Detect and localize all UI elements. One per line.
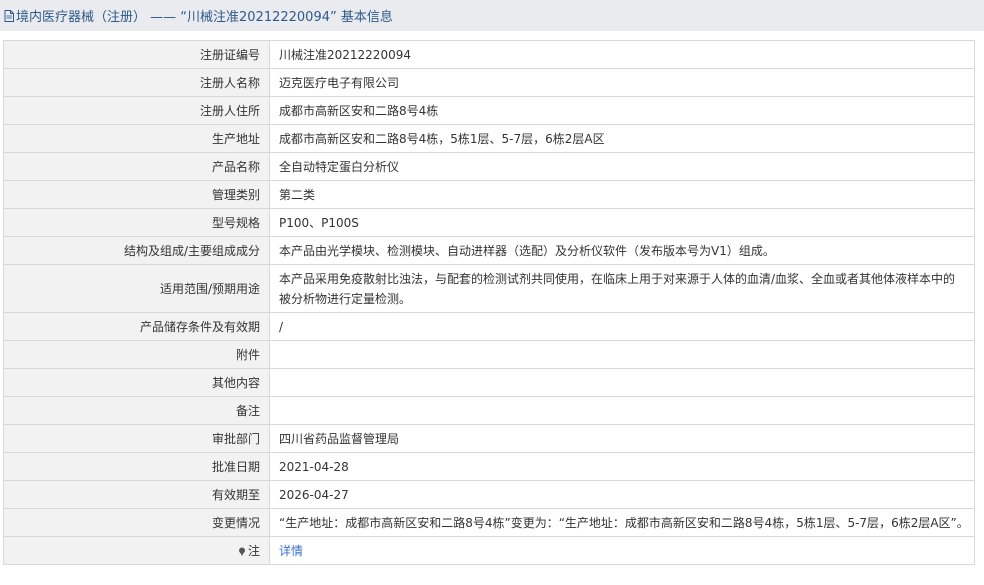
table-row-registrant-name: 注册人名称 迈克医疗电子有限公司: [3, 68, 975, 97]
table-row-remarks: 备注: [3, 396, 975, 425]
details-link[interactable]: 详情: [279, 544, 303, 558]
row-value: 2021-04-28: [269, 452, 975, 481]
row-value: 四川省药品监督管理局: [269, 424, 975, 453]
table-row-approval-date: 批准日期 2021-04-28: [3, 452, 975, 481]
table-row-management-category: 管理类别 第二类: [3, 180, 975, 209]
row-value: [269, 368, 975, 397]
table-row-attachment: 附件: [3, 340, 975, 369]
table-row-valid-until: 有效期至 2026-04-27: [3, 480, 975, 509]
note-label-cell: 注: [3, 536, 270, 565]
row-label: 备注: [3, 396, 270, 425]
table-row-product-name: 产品名称 全自动特定蛋白分析仪: [3, 152, 975, 181]
row-label: 其他内容: [3, 368, 270, 397]
table-row-model-spec: 型号规格 P100、P100S: [3, 208, 975, 237]
table-row-note: 注 详情: [3, 536, 975, 565]
row-label: 注册人住所: [3, 96, 270, 125]
row-value: 成都市高新区安和二路8号4栋: [269, 96, 975, 125]
row-label: 型号规格: [3, 208, 270, 237]
row-label: 审批部门: [3, 424, 270, 453]
row-value: /: [269, 312, 975, 341]
row-label: 管理类别: [3, 180, 270, 209]
table-row-registrant-address: 注册人住所 成都市高新区安和二路8号4栋: [3, 96, 975, 125]
row-label: 注册人名称: [3, 68, 270, 97]
row-value: 本产品由光学模块、检测模块、自动进样器（选配）及分析仪软件（发布版本号为V1）组…: [269, 236, 975, 265]
row-label: 产品储存条件及有效期: [3, 312, 270, 341]
row-label: 附件: [3, 340, 270, 369]
info-card: 注册证编号 川械注准20212220094 注册人名称 迈克医疗电子有限公司 注…: [3, 40, 975, 565]
row-value: 迈克医疗电子有限公司: [269, 68, 975, 97]
page-title: 境内医疗器械（注册） —— “川械注准20212220094” 基本信息: [16, 10, 393, 25]
table-row-other-content: 其他内容: [3, 368, 975, 397]
row-label: 产品名称: [3, 152, 270, 181]
row-label: 变更情况: [3, 508, 270, 537]
note-label: 注: [247, 544, 260, 558]
row-label: 适用范围/预期用途: [3, 264, 270, 313]
row-label: 结构及组成/主要组成成分: [3, 236, 270, 265]
row-value: [269, 396, 975, 425]
row-label: 批准日期: [3, 452, 270, 481]
row-value: [269, 340, 975, 369]
row-label: 有效期至: [3, 480, 270, 509]
table-row-intended-use: 适用范围/预期用途 本产品采用免疫散射比浊法，与配套的检测试剂共同使用，在临床上…: [3, 264, 975, 313]
row-label: 注册证编号: [3, 40, 270, 69]
table-row-structure-composition: 结构及组成/主要组成成分 本产品由光学模块、检测模块、自动进样器（选配）及分析仪…: [3, 236, 975, 265]
row-value: “生产地址：成都市高新区安和二路8号4栋”变更为：“生产地址：成都市高新区安和二…: [269, 508, 975, 537]
row-value: 全自动特定蛋白分析仪: [269, 152, 975, 181]
row-value: 本产品采用免疫散射比浊法，与配套的检测试剂共同使用，在临床上用于对来源于人体的血…: [269, 264, 975, 313]
row-label: 生产地址: [3, 124, 270, 153]
row-value: 成都市高新区安和二路8号4栋，5栋1层、5-7层，6栋2层A区: [269, 124, 975, 153]
table-row-registration-number: 注册证编号 川械注准20212220094: [3, 40, 975, 69]
table-row-production-address: 生产地址 成都市高新区安和二路8号4栋，5栋1层、5-7层，6栋2层A区: [3, 124, 975, 153]
row-value: 2026-04-27: [269, 480, 975, 509]
pin-icon: [238, 547, 246, 556]
table-row-storage-validity: 产品储存条件及有效期 /: [3, 312, 975, 341]
note-value: 详情: [269, 536, 975, 565]
table-row-change-history: 变更情况 “生产地址：成都市高新区安和二路8号4栋”变更为：“生产地址：成都市高…: [3, 508, 975, 537]
row-value: P100、P100S: [269, 208, 975, 237]
info-table: 注册证编号 川械注准20212220094 注册人名称 迈克医疗电子有限公司 注…: [3, 40, 975, 565]
page-header: 境内医疗器械（注册） —— “川械注准20212220094” 基本信息: [0, 0, 984, 31]
row-value: 第二类: [269, 180, 975, 209]
row-value: 川械注准20212220094: [269, 40, 975, 69]
document-icon: [4, 9, 14, 22]
table-row-approval-department: 审批部门 四川省药品监督管理局: [3, 424, 975, 453]
